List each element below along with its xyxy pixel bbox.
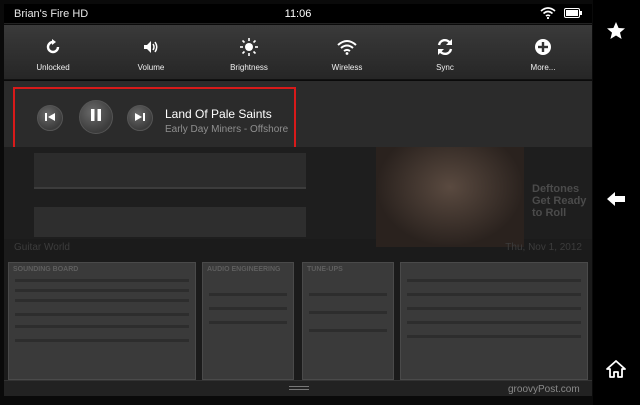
- magazine-page-thumbnail[interactable]: SOUNDING BOARD: [8, 262, 196, 380]
- magazine-strip: [34, 207, 306, 237]
- quick-setting-sync[interactable]: Sync: [396, 25, 494, 79]
- quick-setting-brightness[interactable]: Brightness: [200, 25, 298, 79]
- page-header: TUNE-UPS: [307, 266, 343, 273]
- home-icon: [606, 359, 626, 383]
- track-title: Land Of Pale Saints: [165, 107, 272, 121]
- navigation-bar: [593, 0, 640, 405]
- sync-icon: [435, 37, 455, 57]
- media-panel: Land Of Pale Saints Early Day Miners - O…: [4, 81, 592, 150]
- page-header: SOUNDING BOARD: [13, 266, 79, 273]
- media-highlight-frame: Land Of Pale Saints Early Day Miners - O…: [13, 87, 296, 150]
- quick-setting-label: Unlocked: [36, 63, 70, 72]
- status-icons: [540, 7, 582, 22]
- quick-setting-more[interactable]: More...: [494, 25, 592, 79]
- clock: 11:06: [284, 8, 312, 20]
- pause-button[interactable]: [79, 100, 113, 134]
- magazine-page-thumbnail[interactable]: [400, 262, 588, 380]
- rotation-lock-icon: [43, 37, 63, 57]
- quick-setting-volume[interactable]: Volume: [102, 25, 200, 79]
- home-button[interactable]: [601, 356, 631, 386]
- bottom-drag-handle[interactable]: [4, 380, 592, 396]
- battery-icon: [564, 8, 582, 21]
- quick-setting-label: Wireless: [331, 63, 363, 72]
- featured-headline: Deftones Get Ready to Roll: [532, 183, 587, 219]
- favorites-button[interactable]: [601, 18, 631, 48]
- shelf-date: Thu, Nov 1, 2012: [505, 242, 582, 253]
- next-track-button[interactable]: [127, 105, 153, 131]
- magazine-page-thumbnail[interactable]: TUNE-UPS: [302, 262, 394, 380]
- brightness-icon: [239, 37, 259, 57]
- status-bar[interactable]: Brian's Fire HD 11:06: [4, 4, 592, 24]
- quick-setting-label: More...: [530, 63, 556, 72]
- featured-portrait: [376, 147, 524, 247]
- previous-track-button[interactable]: [37, 105, 63, 131]
- quick-setting-unlocked[interactable]: Unlocked: [4, 25, 102, 79]
- wifi-icon: [337, 37, 357, 57]
- back-arrow-icon: [606, 191, 626, 212]
- shelf-title: Guitar World: [14, 242, 70, 253]
- next-icon: [134, 109, 146, 127]
- volume-icon: [141, 37, 161, 57]
- watermark: groovyPost.com: [508, 384, 580, 395]
- back-button[interactable]: [601, 186, 631, 216]
- magazine-strip: [34, 153, 306, 189]
- background-content: Deftones Get Ready to Roll Guitar World …: [4, 147, 592, 380]
- kindle-screen: Brian's Fire HD 11:06 Unlocked Volume Br…: [0, 0, 640, 405]
- quick-setting-label: Sync: [436, 63, 454, 72]
- page-header: AUDIO ENGINEERING: [207, 266, 281, 273]
- quick-settings-bar: Unlocked Volume Brightness Wireless Sync: [4, 25, 592, 80]
- star-icon: [606, 21, 626, 46]
- grip-icon: [289, 386, 309, 390]
- quick-setting-label: Volume: [137, 63, 165, 72]
- wifi-icon: [540, 7, 556, 22]
- previous-icon: [44, 109, 56, 127]
- quick-setting-wireless[interactable]: Wireless: [298, 25, 396, 79]
- track-artist-album: Early Day Miners - Offshore: [165, 124, 289, 135]
- quick-setting-label: Brightness: [230, 63, 268, 72]
- plus-icon: [533, 37, 553, 57]
- pause-icon: [90, 108, 102, 127]
- magazine-page-thumbnail[interactable]: AUDIO ENGINEERING: [202, 262, 294, 380]
